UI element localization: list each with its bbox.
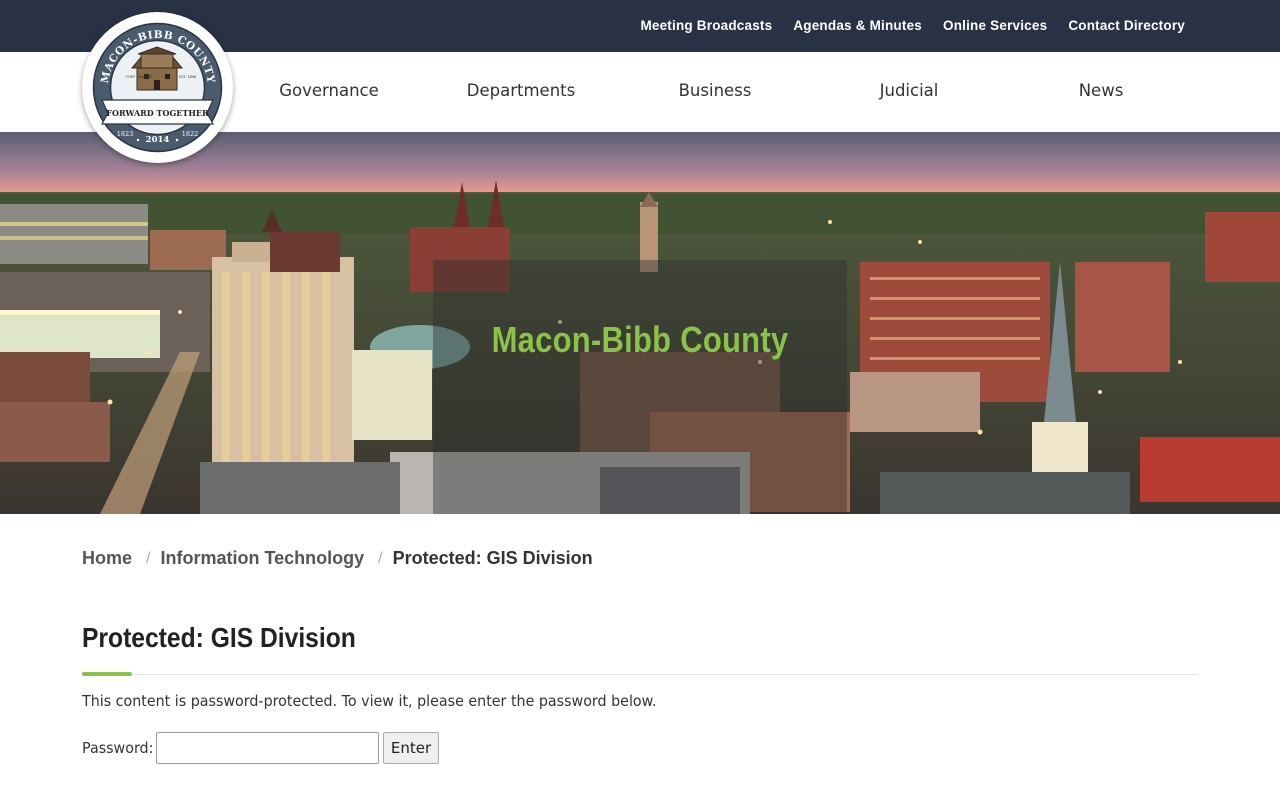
nav-item-news[interactable]: News — [1079, 81, 1124, 100]
svg-text:EST. 1806: EST. 1806 — [179, 75, 196, 79]
title-divider-accent — [82, 672, 132, 676]
title-divider — [82, 674, 1198, 675]
breadcrumb-separator: / — [146, 549, 151, 567]
utility-link-meeting-broadcasts[interactable]: Meeting Broadcasts — [640, 18, 772, 33]
county-seal-logo[interactable]: MACON-BIBB COUNTY FORT HAWKINS EST. 1806… — [82, 12, 233, 163]
password-input[interactable] — [156, 732, 379, 764]
page-title: Protected: GIS Division — [82, 622, 356, 653]
password-protected-notice: This content is password-protected. To v… — [82, 692, 657, 710]
password-label: Password: — [82, 739, 154, 757]
nav-item-business[interactable]: Business — [679, 81, 752, 100]
password-form: Password: Enter — [82, 732, 439, 764]
nav-item-judicial[interactable]: Judicial — [880, 81, 939, 100]
utility-link-contact-directory[interactable]: Contact Directory — [1068, 18, 1185, 33]
svg-text:2014: 2014 — [146, 135, 170, 145]
nav-item-departments[interactable]: Departments — [467, 81, 575, 100]
utility-link-agendas-minutes[interactable]: Agendas & Minutes — [793, 18, 922, 33]
county-seal-graphic: MACON-BIBB COUNTY FORT HAWKINS EST. 1806… — [90, 20, 225, 155]
breadcrumb-separator: / — [378, 549, 383, 567]
svg-text:1823: 1823 — [117, 130, 134, 138]
hero-title-panel — [433, 260, 847, 514]
hero-banner: Macon-Bibb County — [0, 132, 1280, 514]
svg-text:FORT HAWKINS: FORT HAWKINS — [126, 75, 153, 79]
utility-nav: Meeting Broadcasts Agendas & Minutes Onl… — [640, 18, 1185, 33]
hero-title: Macon-Bibb County — [491, 319, 789, 360]
svg-text:FORWARD TOGETHER: FORWARD TOGETHER — [106, 108, 209, 118]
utility-link-online-services[interactable]: Online Services — [943, 18, 1047, 33]
breadcrumb-information-technology[interactable]: Information Technology — [160, 548, 364, 569]
breadcrumb-home[interactable]: Home — [82, 548, 132, 569]
breadcrumb-current: Protected: GIS Division — [392, 548, 593, 568]
svg-text:1822: 1822 — [182, 130, 199, 138]
enter-button[interactable]: Enter — [383, 732, 439, 764]
nav-item-governance[interactable]: Governance — [279, 81, 379, 100]
breadcrumb: Home / Information Technology / Protecte… — [82, 548, 593, 569]
